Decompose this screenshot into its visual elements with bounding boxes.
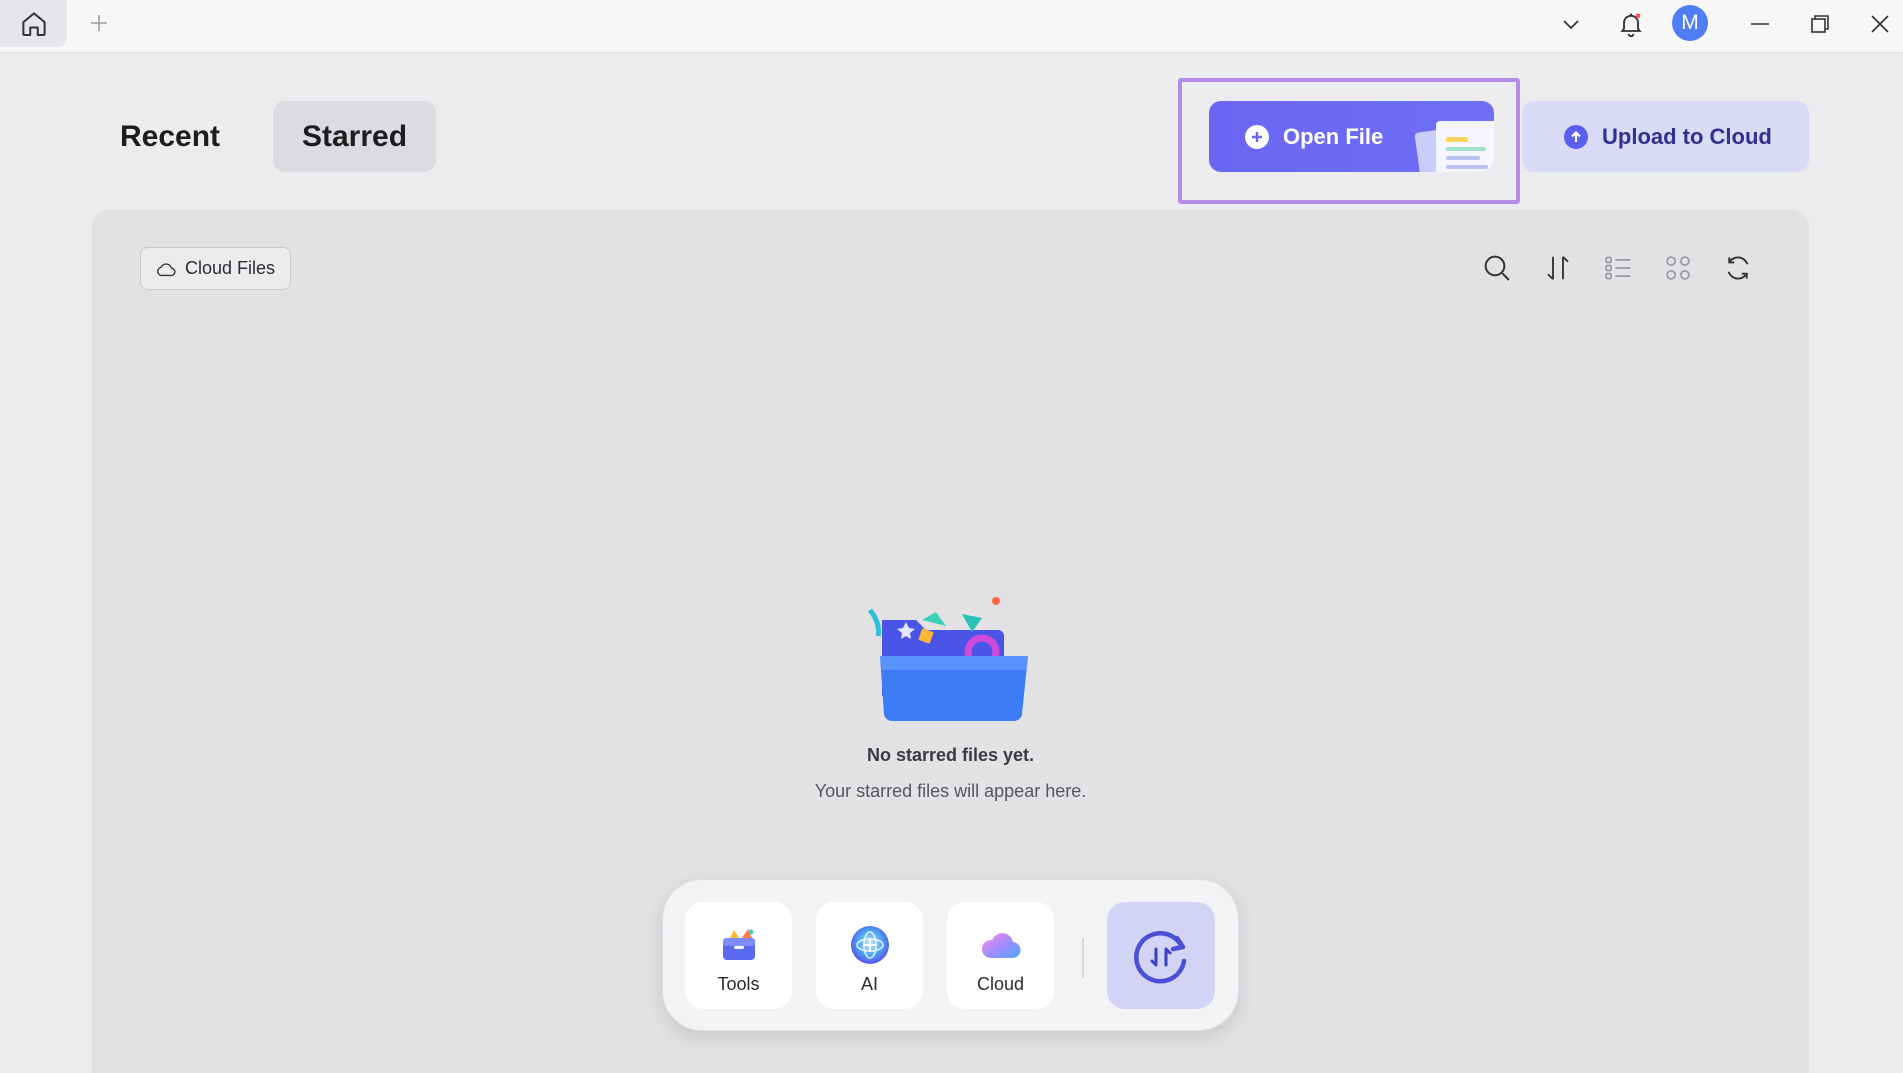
chevron-down-icon bbox=[1563, 20, 1579, 30]
empty-state-subtitle: Your starred files will appear here. bbox=[814, 781, 1087, 801]
bell-icon bbox=[1620, 13, 1642, 38]
dock-item-tools-label: Tools bbox=[717, 974, 760, 994]
grid-view-button[interactable] bbox=[1658, 248, 1698, 288]
restore-icon bbox=[1811, 15, 1829, 33]
tab-recent[interactable]: Recent bbox=[103, 101, 237, 172]
upload-icon bbox=[1564, 124, 1588, 149]
notifications-button[interactable] bbox=[1613, 6, 1649, 42]
dock-item-tools[interactable]: Tools bbox=[685, 902, 792, 1009]
upload-to-cloud-button[interactable]: Upload to Cloud bbox=[1522, 101, 1809, 172]
grid-view-icon bbox=[1666, 256, 1690, 280]
plus-icon bbox=[91, 15, 107, 31]
cloud-files-label: Cloud Files bbox=[185, 258, 276, 278]
tab-starred[interactable]: Starred bbox=[273, 101, 436, 172]
sort-icon bbox=[1547, 256, 1569, 280]
close-icon bbox=[1871, 15, 1889, 33]
minimize-icon bbox=[1751, 23, 1769, 25]
home-tab[interactable] bbox=[0, 0, 67, 47]
dock-item-cloud[interactable]: Cloud bbox=[947, 902, 1054, 1009]
minimize-button[interactable] bbox=[1742, 6, 1778, 42]
dropdown-button[interactable] bbox=[1553, 6, 1589, 42]
ai-orb-icon bbox=[850, 926, 889, 964]
home-icon bbox=[21, 11, 46, 36]
refresh-button[interactable] bbox=[1718, 248, 1758, 288]
empty-state-title: No starred files yet. bbox=[866, 745, 1035, 765]
open-file-label: Open File bbox=[1283, 123, 1384, 149]
list-view-button[interactable] bbox=[1598, 248, 1638, 288]
new-tab-button[interactable] bbox=[82, 6, 116, 40]
document-illustration-icon bbox=[1414, 121, 1494, 172]
cloud-color-icon bbox=[981, 933, 1021, 959]
dock-item-ai-label: AI bbox=[860, 974, 878, 994]
title-bar: M bbox=[0, 0, 1903, 53]
avatar-letter: M bbox=[1681, 11, 1699, 34]
restore-button[interactable] bbox=[1802, 6, 1838, 42]
toolbox-icon bbox=[722, 929, 755, 960]
upload-to-cloud-label: Upload to Cloud bbox=[1602, 123, 1772, 149]
dock-divider bbox=[1082, 938, 1084, 978]
cloud-files-button[interactable]: Cloud Files bbox=[140, 247, 292, 290]
dock-convert-button[interactable] bbox=[1107, 902, 1215, 1009]
dock-item-cloud-label: Cloud bbox=[976, 974, 1025, 994]
avatar[interactable]: M bbox=[1672, 5, 1708, 41]
refresh-icon bbox=[1727, 256, 1749, 280]
empty-folder-illustration-icon bbox=[867, 597, 1028, 722]
search-button[interactable] bbox=[1477, 248, 1517, 288]
search-icon bbox=[1484, 255, 1510, 281]
list-view-icon bbox=[1605, 256, 1631, 280]
open-file-button[interactable]: Open File bbox=[1209, 101, 1494, 172]
bottom-dock: Tools AI Cloud bbox=[662, 879, 1239, 1031]
plus-circle-icon bbox=[1245, 124, 1269, 149]
close-button[interactable] bbox=[1862, 6, 1898, 42]
cloud-icon bbox=[157, 262, 176, 276]
dock-item-ai[interactable]: AI bbox=[816, 902, 923, 1009]
convert-cycle-icon bbox=[1134, 930, 1187, 983]
sort-button[interactable] bbox=[1538, 248, 1578, 288]
